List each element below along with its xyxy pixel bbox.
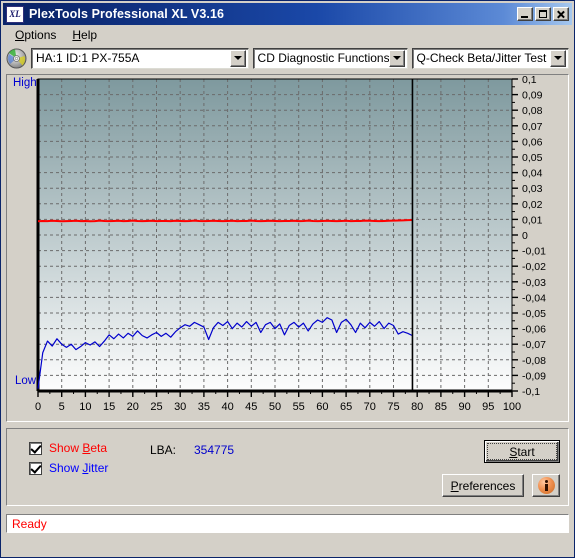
svg-text:0,08: 0,08 (522, 105, 543, 117)
drive-select-value: HA:1 ID:1 PX-755A (36, 51, 140, 65)
svg-text:0,02: 0,02 (522, 199, 543, 211)
info-icon (537, 477, 555, 494)
close-icon (554, 8, 568, 20)
svg-text:0,1: 0,1 (522, 75, 537, 86)
svg-text:-0,03: -0,03 (522, 277, 546, 289)
window-controls (517, 7, 571, 21)
show-beta-label: Show Beta (49, 441, 108, 455)
svg-text:0: 0 (35, 401, 41, 413)
svg-text:0: 0 (522, 230, 528, 242)
controls-panel: Show Beta Show Jitter LBA: 354775 Start … (6, 428, 569, 506)
menu-item-help[interactable]: Help (64, 26, 105, 44)
svg-text:-0,09: -0,09 (522, 370, 546, 382)
close-button[interactable] (553, 7, 569, 21)
menu-item-help-label: elp (81, 28, 98, 42)
show-beta-row[interactable]: Show Beta (29, 441, 107, 455)
svg-text:40: 40 (221, 401, 233, 413)
menu-item-options[interactable]: Options (7, 26, 64, 44)
svg-text:-0,08: -0,08 (522, 355, 546, 367)
show-jitter-label: Show Jitter (49, 461, 109, 475)
show-jitter-checkbox[interactable] (29, 461, 42, 475)
svg-text:95: 95 (482, 401, 494, 413)
svg-text:20: 20 (127, 401, 139, 413)
show-jitter-row[interactable]: Show Jitter (29, 461, 108, 475)
svg-text:-0,05: -0,05 (522, 308, 546, 320)
minimize-button[interactable] (517, 7, 533, 21)
test-select-value: Q-Check Beta/Jitter Test (416, 51, 547, 65)
status-text: Ready (12, 516, 47, 531)
svg-text:35: 35 (198, 401, 210, 413)
window-title: PlexTools Professional XL V3.16 (29, 7, 225, 21)
svg-text:-0,06: -0,06 (522, 324, 546, 336)
minimize-icon (518, 8, 532, 20)
start-button-label: Start (487, 443, 557, 460)
lba-label: LBA: (150, 443, 177, 457)
info-button[interactable] (532, 474, 560, 497)
function-select[interactable]: CD Diagnostic Functions (252, 47, 408, 69)
svg-text:-0,07: -0,07 (522, 339, 546, 351)
svg-text:0,04: 0,04 (522, 168, 543, 180)
lba-value: 354775 (194, 443, 235, 457)
cd-disc-icon (6, 48, 27, 69)
svg-text:-0,1: -0,1 (522, 386, 540, 398)
chart-area: High Low 0,1 0,09 0,08 0,07 0,06 0,05 0,04 0,03… (7, 75, 568, 421)
svg-text:75: 75 (387, 401, 399, 413)
svg-text:65: 65 (340, 401, 352, 413)
app-icon: XL (6, 5, 24, 23)
menu-bar: Options Help (1, 25, 574, 45)
svg-text:5: 5 (59, 401, 65, 413)
svg-text:45: 45 (245, 401, 257, 413)
svg-text:0,05: 0,05 (522, 152, 543, 164)
maximize-icon (536, 8, 550, 20)
svg-text:90: 90 (458, 401, 470, 413)
chart-panel: High Low 0,1 0,09 0,08 0,07 0,06 0,05 0,04 0,03… (6, 74, 569, 422)
svg-text:70: 70 (364, 401, 376, 413)
svg-text:60: 60 (316, 401, 328, 413)
svg-text:10: 10 (79, 401, 91, 413)
svg-text:80: 80 (411, 401, 423, 413)
svg-text:0,09: 0,09 (522, 90, 543, 102)
chevron-down-icon[interactable] (388, 49, 405, 67)
test-select[interactable]: Q-Check Beta/Jitter Test (411, 47, 569, 69)
svg-text:85: 85 (435, 401, 447, 413)
svg-text:50: 50 (269, 401, 281, 413)
svg-text:0,01: 0,01 (522, 214, 543, 226)
svg-text:0,03: 0,03 (522, 183, 543, 195)
preferences-button[interactable]: Preferences (442, 474, 524, 497)
chevron-down-icon[interactable] (550, 49, 566, 67)
menu-item-options-label: ptions (24, 28, 57, 42)
show-beta-checkbox[interactable] (29, 441, 42, 455)
svg-text:-0,02: -0,02 (522, 261, 546, 273)
status-bar: Ready (6, 514, 569, 533)
drive-select[interactable]: HA:1 ID:1 PX-755A (31, 47, 249, 69)
beta-jitter-plot: 0,1 0,09 0,08 0,07 0,06 0,05 0,04 0,03 0,02 0,01 0… (35, 75, 546, 413)
svg-text:-0,01: -0,01 (522, 246, 546, 258)
start-button[interactable]: Start (484, 440, 560, 463)
svg-text:30: 30 (174, 401, 186, 413)
svg-text:0,06: 0,06 (522, 136, 543, 148)
svg-text:25: 25 (150, 401, 162, 413)
svg-text:15: 15 (103, 401, 115, 413)
maximize-button[interactable] (535, 7, 551, 21)
chevron-down-icon[interactable] (229, 49, 246, 67)
toolbar: HA:1 ID:1 PX-755A CD Diagnostic Function… (1, 45, 574, 71)
svg-text:100: 100 (503, 401, 521, 413)
svg-text:-0,04: -0,04 (522, 292, 546, 304)
title-bar: XL PlexTools Professional XL V3.16 (3, 3, 572, 25)
function-select-value: CD Diagnostic Functions (257, 51, 389, 65)
svg-text:55: 55 (293, 401, 305, 413)
application-window: XL PlexTools Professional XL V3.16 Optio… (0, 0, 575, 558)
preferences-button-label: Preferences (450, 478, 516, 493)
svg-text:0,07: 0,07 (522, 121, 543, 133)
